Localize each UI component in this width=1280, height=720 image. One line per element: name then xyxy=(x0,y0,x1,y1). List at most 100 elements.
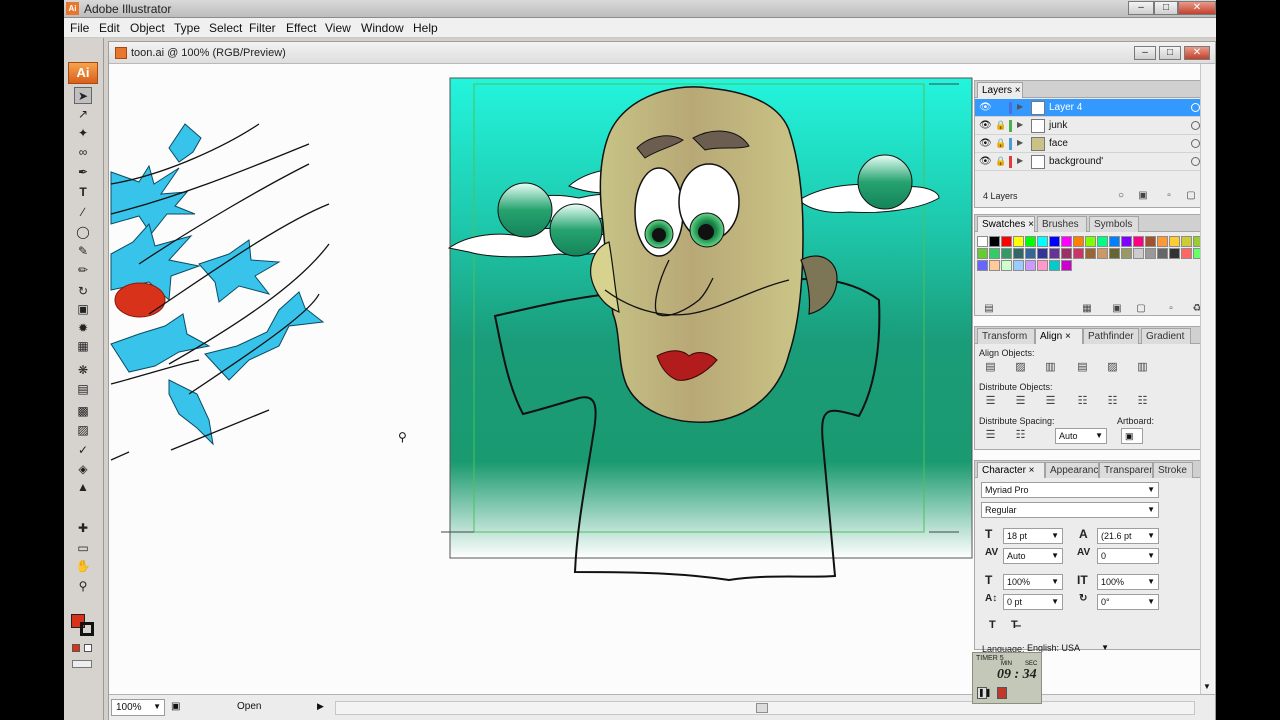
tab-layers[interactable]: Layers × xyxy=(977,82,1023,98)
expand-arrow-icon[interactable]: ▶ xyxy=(1017,120,1023,129)
menu-filter[interactable]: Filter xyxy=(249,21,276,35)
expand-arrow-icon[interactable]: ▶ xyxy=(1017,102,1023,111)
color-swatch[interactable] xyxy=(1109,236,1120,247)
color-swatch[interactable] xyxy=(1073,236,1084,247)
scroll-thumb[interactable] xyxy=(756,703,768,713)
color-swatch[interactable] xyxy=(1133,248,1144,259)
free-transform-icon[interactable]: ▦ xyxy=(74,338,92,355)
spacing-select[interactable]: Auto ▼ xyxy=(1055,428,1107,444)
leading-field[interactable]: (21.6 pt ▼ xyxy=(1097,528,1159,544)
lock-icon[interactable]: 🔒 xyxy=(995,138,1006,149)
line-tool-icon[interactable]: ∕ xyxy=(74,204,92,221)
pencil-icon[interactable]: ✏ xyxy=(74,262,92,279)
layer-row[interactable]: 👁 🔒 ▶ junk xyxy=(975,117,1213,135)
color-swatch[interactable] xyxy=(1001,236,1012,247)
maximize-button[interactable]: □ xyxy=(1154,1,1178,15)
underline-icon[interactable]: T xyxy=(989,619,996,631)
doc-close-button[interactable]: ✕ xyxy=(1184,46,1210,60)
new-swatch-icon[interactable]: ▫ xyxy=(1165,303,1177,315)
align-hcenter-icon[interactable]: ▨ xyxy=(1013,361,1028,374)
layer-row[interactable]: 👁 ▶ Layer 4 xyxy=(975,99,1213,117)
pause-icon[interactable]: ❚❚ xyxy=(977,687,991,699)
vertical-scale-field[interactable]: 100% ▼ xyxy=(1003,574,1063,590)
color-swatch[interactable] xyxy=(1121,236,1132,247)
tab-gradient[interactable]: Gradient xyxy=(1141,328,1191,344)
eye-icon[interactable]: 👁 xyxy=(979,138,992,149)
bubble[interactable] xyxy=(497,182,553,238)
tab-transparency[interactable]: Transparency xyxy=(1099,462,1153,478)
warp-icon[interactable]: ✹ xyxy=(74,320,92,337)
locate-object-icon[interactable]: ○ xyxy=(1115,190,1127,202)
color-swatch[interactable] xyxy=(1025,236,1036,247)
strikethrough-icon[interactable]: T̶ xyxy=(1011,619,1018,631)
color-swatch[interactable] xyxy=(977,260,988,271)
make-clip-mask-icon[interactable]: ▣ xyxy=(1137,190,1149,202)
align-left-icon[interactable]: ▤ xyxy=(983,361,998,374)
color-swatch[interactable] xyxy=(1049,260,1060,271)
color-swatch[interactable] xyxy=(1013,260,1024,271)
color-mode-icon[interactable] xyxy=(72,644,80,652)
eraser-icon[interactable]: ▭ xyxy=(74,540,92,557)
graph-icon[interactable]: ▤ xyxy=(74,381,92,398)
color-swatch[interactable] xyxy=(1169,236,1180,247)
new-sublayer-icon[interactable]: ▫ xyxy=(1163,190,1175,202)
rotate-icon[interactable]: ↻ xyxy=(74,283,92,300)
color-swatch[interactable] xyxy=(989,248,1000,259)
align-top-icon[interactable]: ▤ xyxy=(1075,361,1090,374)
eye-icon[interactable]: 👁 xyxy=(979,120,992,131)
zoom-select[interactable]: 100% ▼ xyxy=(111,699,165,716)
selection-tool-icon[interactable]: ➤ xyxy=(74,87,92,104)
font-style-select[interactable]: Regular ▼ xyxy=(981,502,1159,518)
target-icon[interactable] xyxy=(1191,157,1200,166)
color-swatch[interactable] xyxy=(1061,260,1072,271)
color-swatch[interactable] xyxy=(977,236,988,247)
color-swatch[interactable] xyxy=(1025,260,1036,271)
color-swatch[interactable] xyxy=(1145,248,1156,259)
color-swatch[interactable] xyxy=(1109,248,1120,259)
menu-file[interactable]: File xyxy=(70,21,89,35)
ellipse-tool-icon[interactable]: ◯ xyxy=(74,224,92,241)
slice-icon[interactable]: ✚ xyxy=(74,520,92,537)
color-swatch[interactable] xyxy=(1013,236,1024,247)
distribute-bottom-icon[interactable]: ☰ xyxy=(1043,395,1058,408)
menu-select[interactable]: Select xyxy=(209,21,242,35)
eyedropper-icon[interactable]: ✓ xyxy=(74,442,92,459)
tracking-field[interactable]: 0 ▼ xyxy=(1097,548,1159,564)
color-swatch[interactable] xyxy=(1157,236,1168,247)
color-swatch[interactable] xyxy=(1133,236,1144,247)
align-to-select[interactable]: ▣ xyxy=(1121,428,1143,444)
align-right-icon[interactable]: ▥ xyxy=(1043,361,1058,374)
fish-group[interactable] xyxy=(110,123,330,461)
distribute-left-icon[interactable]: ☷ xyxy=(1075,395,1090,408)
color-swatch[interactable] xyxy=(1037,260,1048,271)
doc-restore-button[interactable]: □ xyxy=(1159,46,1181,60)
font-size-field[interactable]: 18 pt ▼ xyxy=(1003,528,1063,544)
lasso-icon[interactable]: ∞ xyxy=(74,144,92,161)
vertical-distribute-space-icon[interactable]: ☰ xyxy=(983,429,998,442)
scroll-down-icon[interactable]: ▼ xyxy=(1203,682,1211,691)
close-button[interactable]: ✕ xyxy=(1178,1,1216,15)
color-swatch[interactable] xyxy=(1181,248,1192,259)
expand-arrow-icon[interactable]: ▶ xyxy=(1017,156,1023,165)
tab-stroke[interactable]: Stroke xyxy=(1153,462,1193,478)
status-menu-icon[interactable]: ▣ xyxy=(171,701,180,712)
distribute-vcenter-icon[interactable]: ☰ xyxy=(1013,395,1028,408)
color-swatch[interactable] xyxy=(1085,248,1096,259)
tab-brushes[interactable]: Brushes xyxy=(1037,216,1087,232)
tab-pathfinder[interactable]: Pathfinder xyxy=(1083,328,1139,344)
gradient-mode-icon[interactable] xyxy=(84,644,92,652)
expand-arrow-icon[interactable]: ▶ xyxy=(1017,138,1023,147)
paintbrush-icon[interactable]: ✎ xyxy=(74,243,92,260)
menu-view[interactable]: View xyxy=(325,21,351,35)
color-swatch[interactable] xyxy=(1037,236,1048,247)
color-swatch[interactable] xyxy=(1145,236,1156,247)
color-swatch[interactable] xyxy=(1121,248,1132,259)
layer-row[interactable]: 👁 🔒 ▶ face xyxy=(975,135,1213,153)
hand-icon[interactable]: ✋ xyxy=(74,558,92,575)
layer-row[interactable]: 👁 🔒 ▶ background' xyxy=(975,153,1213,171)
distribute-top-icon[interactable]: ☰ xyxy=(983,395,998,408)
tab-appearance[interactable]: Appearance xyxy=(1045,462,1099,478)
show-swatch-kinds-icon[interactable]: ▦ xyxy=(1081,303,1093,315)
color-swatch[interactable] xyxy=(1001,260,1012,271)
menu-object[interactable]: Object xyxy=(130,21,165,35)
